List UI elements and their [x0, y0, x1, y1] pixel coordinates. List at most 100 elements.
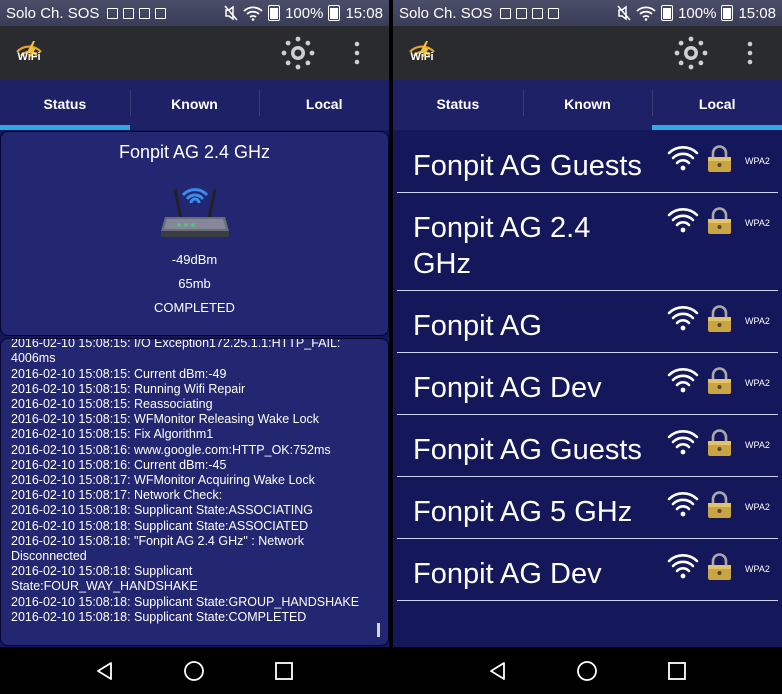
tab-bar: Status Known Local	[0, 80, 389, 130]
overflow-menu-icon[interactable]	[352, 40, 362, 66]
carrier-label: Solo Ch. SOS	[399, 4, 493, 22]
network-list-item[interactable]: Fonpit AG WPA2	[397, 291, 778, 353]
tab-local[interactable]: Local	[259, 80, 389, 130]
recents-icon[interactable]	[272, 659, 296, 683]
log-line: 2016-02-10 15:08:15: I/O Exception172.25…	[11, 338, 341, 351]
facebook-notification-icon	[500, 7, 512, 19]
log-line: 2016-02-10 15:08:18: Supplicant State:GR…	[11, 594, 360, 609]
log-line: 2016-02-10 15:08:18: Supplicant State:AS…	[11, 518, 309, 533]
lock-icon	[708, 429, 731, 456]
wifi-signal-icon	[667, 146, 699, 171]
wifi-notification-icon	[532, 7, 544, 19]
back-icon[interactable]	[486, 659, 510, 683]
log-text: 2016-02-10 15:08:15: I/O Exception172.25…	[11, 338, 376, 625]
app-bar: WiFi	[0, 26, 389, 80]
log-line: 2016-02-10 15:08:15: Current dBm:-49	[11, 366, 227, 381]
signal-strength: -49dBm	[171, 252, 218, 267]
network-ssid: Fonpit AG Dev	[413, 558, 602, 590]
tab-known[interactable]: Known	[522, 80, 653, 130]
log-line: 2016-02-10 15:08:18: Supplicant State:AS…	[11, 503, 314, 518]
recents-icon[interactable]	[665, 659, 689, 683]
back-icon[interactable]	[93, 659, 117, 683]
log-line: 2016-02-10 15:08:17: Network Check:	[11, 488, 223, 503]
supplicant-state: COMPLETED	[154, 300, 235, 315]
log-line: 2016-02-10 15:08:15: Fix Algorithm1	[11, 427, 214, 442]
battery-percent: 100%	[678, 4, 717, 22]
log-line: 2016-02-10 15:08:18: "Fonpit AG 2.4 GHz"…	[11, 533, 305, 548]
wifi-signal-icon	[667, 554, 699, 579]
security-type: WPA2	[745, 378, 770, 388]
status-bar: Solo Ch. SOS 100% 15:08	[0, 0, 389, 26]
svg-text:WiFi: WiFi	[410, 51, 433, 63]
network-list-item[interactable]: Fonpit AG Dev WPA2	[397, 539, 778, 601]
lock-icon	[708, 367, 731, 394]
battery-percent: 100%	[285, 4, 324, 22]
tab-known[interactable]: Known	[129, 80, 260, 130]
lock-icon	[708, 491, 731, 518]
tab-status[interactable]: Status	[393, 80, 523, 130]
battery-saver-icon	[661, 5, 674, 21]
clock: 15:08	[738, 4, 776, 22]
wifi-fixer-logo-icon[interactable]: WiFi	[14, 38, 44, 68]
router-icon	[160, 188, 229, 237]
log-line: State:FOUR_WAY_HANDSHAKE	[11, 579, 198, 594]
wifi-notification-icon	[139, 7, 151, 19]
network-list[interactable]: Fonpit AG Guests WPA2 Fonpit AG 2.4 GHz …	[393, 131, 782, 647]
log-panel[interactable]: 2016-02-10 15:08:15: I/O Exception172.25…	[0, 338, 389, 646]
log-line: 2016-02-10 15:08:18: Supplicant	[11, 564, 193, 579]
security-type: WPA2	[745, 316, 770, 326]
gear-icon[interactable]	[673, 35, 709, 71]
tab-status[interactable]: Status	[0, 80, 130, 130]
security-type: WPA2	[745, 440, 770, 450]
network-list-item[interactable]: Fonpit AG 5 GHz WPA2	[397, 477, 778, 539]
network-ssid: Fonpit AG Dev	[413, 372, 602, 404]
wifi-signal-icon	[667, 306, 699, 331]
navigation-bar	[393, 647, 782, 694]
tab-local[interactable]: Local	[652, 80, 782, 130]
network-list-item[interactable]: Fonpit AG Dev WPA2	[397, 353, 778, 415]
lock-icon	[708, 553, 731, 580]
carrier-label: Solo Ch. SOS	[6, 4, 100, 22]
wifi-signal-icon	[667, 492, 699, 517]
image-notification-icon	[516, 7, 528, 19]
wifi-fixer-logo-icon[interactable]: WiFi	[407, 38, 437, 68]
connection-status-card: Fonpit AG 2.4 GHz -49dBm 65mb COMPLETED	[0, 131, 389, 336]
app-bar: WiFi	[393, 26, 782, 80]
mail-notification-icon	[548, 7, 560, 19]
network-list-item[interactable]: Fonpit AG Guests WPA2	[397, 415, 778, 477]
home-icon[interactable]	[182, 659, 206, 683]
connected-ssid: Fonpit AG 2.4 GHz	[118, 142, 271, 162]
log-line: 4006ms	[11, 351, 56, 366]
wifi-signal-icon	[667, 430, 699, 455]
security-type: WPA2	[745, 564, 770, 574]
security-type: WPA2	[745, 218, 770, 228]
gear-icon[interactable]	[280, 35, 316, 71]
log-scrollbar[interactable]	[377, 623, 380, 637]
network-list-item[interactable]: Fonpit AG Guests WPA2	[397, 131, 778, 193]
facebook-notification-icon	[107, 7, 119, 19]
home-icon[interactable]	[575, 659, 599, 683]
svg-text:WiFi: WiFi	[17, 51, 40, 63]
network-list-item[interactable]: Fonpit AG 2.4 GHz WPA2	[397, 193, 778, 291]
battery-icon	[721, 5, 734, 21]
status-screen: Solo Ch. SOS 100% 15:08 WiFi Status Know…	[0, 0, 389, 694]
security-type: WPA2	[745, 156, 770, 166]
log-line: 2016-02-10 15:08:15: Reassociating	[11, 396, 213, 411]
network-ssid: Fonpit AG Guests	[413, 434, 642, 466]
log-line: Disconnected	[11, 548, 87, 563]
mute-icon	[617, 5, 631, 21]
security-type: WPA2	[745, 502, 770, 512]
status-bar: Solo Ch. SOS 100% 15:08	[393, 0, 782, 26]
log-line: 2016-02-10 15:08:16: Current dBm:-45	[11, 457, 227, 472]
navigation-bar	[0, 647, 389, 694]
mute-icon	[224, 5, 238, 21]
overflow-menu-icon[interactable]	[745, 40, 755, 66]
wifi-signal-icon	[667, 368, 699, 393]
log-line: 2016-02-10 15:08:15: Running Wifi Repair	[11, 381, 246, 396]
lock-icon	[708, 305, 731, 332]
wifi-signal-icon	[243, 6, 263, 21]
tab-bar: Status Known Local	[393, 80, 782, 130]
link-speed: 65mb	[178, 276, 211, 291]
mail-notification-icon	[155, 7, 167, 19]
network-ssid: Fonpit AG 5 GHz	[413, 496, 633, 528]
